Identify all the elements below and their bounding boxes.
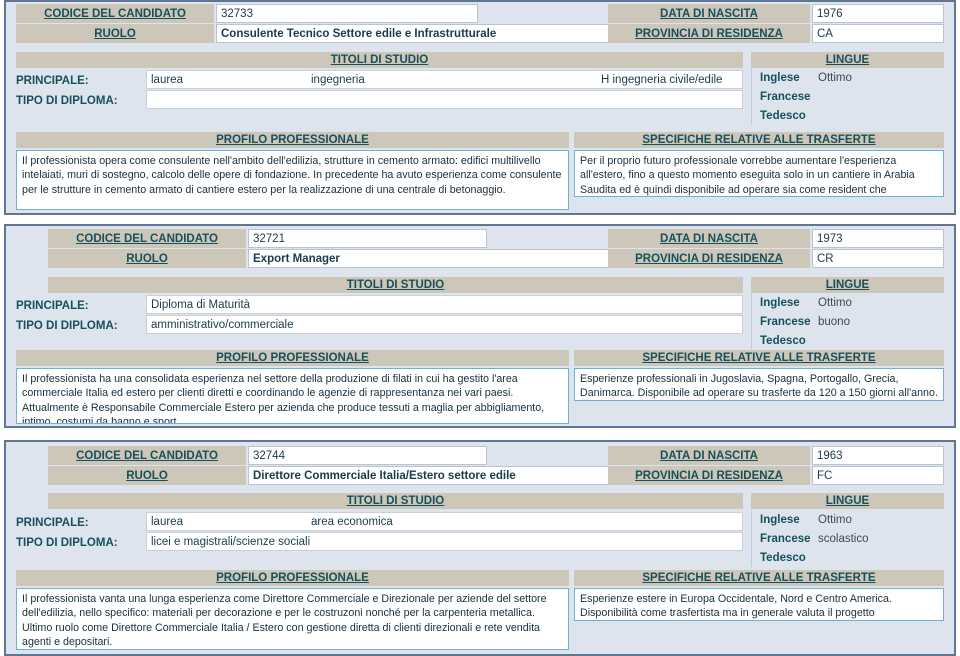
textbox-profilo-professionale[interactable]: Il professionista opera come consulente … [16,150,569,210]
lingue-row: Inglese Ottimo [760,72,852,84]
field-provincia-residenza[interactable]: CR [812,249,944,268]
field-codice-candidato[interactable]: 32721 [248,229,487,248]
label-tipo-diploma: TIPO DI DIPLOMA: [16,537,118,549]
label-data-nascita: DATA DI NASCITA [608,4,810,23]
section-header-lingue: LINGUE [751,277,944,293]
label-principale: PRINCIPALE: [16,517,89,529]
section-header-titoli-studio: TITOLI DI STUDIO [48,277,743,293]
label-ruolo: RUOLO [16,24,214,43]
section-header-lingue: LINGUE [751,493,944,509]
label-principale: PRINCIPALE: [16,300,89,312]
lingue-panel: Inglese Ottimo Francese scolastico Tedes… [751,511,944,567]
label-data-nascita: DATA DI NASCITA [608,229,810,248]
label-tipo-diploma: TIPO DI DIPLOMA: [16,95,118,107]
field-provincia-residenza[interactable]: CA [812,24,944,43]
section-header-specifiche-trasferte: SPECIFICHE RELATIVE ALLE TRASFERTE [574,570,944,586]
lingue-panel: Inglese Ottimo Francese buono Tedesco [751,294,944,350]
lingue-row: Francese scolastico [760,533,869,545]
section-header-titoli-studio: TITOLI DI STUDIO [16,52,743,68]
textbox-specifiche-trasferte[interactable]: Esperienze professionali in Jugoslavia, … [574,368,944,401]
field-titolo-principale[interactable]: laurea area economica [146,512,743,531]
lingue-row: Tedesco [760,110,806,122]
label-provincia-residenza: PROVINCIA DI RESIDENZA [608,249,810,268]
lingue-row: Tedesco [760,552,806,564]
candidate-record: CODICE DEL CANDIDATO 32733 RUOLO Consule… [4,0,956,215]
candidate-record: CODICE DEL CANDIDATO 32721 RUOLO Export … [4,224,956,428]
lingue-row: Inglese Ottimo [760,514,852,526]
field-data-nascita[interactable]: 1963 [812,446,944,465]
textbox-specifiche-trasferte[interactable]: Esperienze estere in Europa Occidentale,… [574,588,944,621]
candidates-page: CODICE DEL CANDIDATO 32733 RUOLO Consule… [0,0,960,656]
section-header-titoli-studio: TITOLI DI STUDIO [48,493,743,509]
label-codice-candidato: CODICE DEL CANDIDATO [48,446,246,465]
field-tipo-diploma[interactable]: amministrativo/commerciale [146,315,743,334]
label-principale: PRINCIPALE: [16,75,89,87]
textbox-profilo-professionale[interactable]: Il professionista ha una consolidata esp… [16,368,569,424]
section-header-profilo-professionale: PROFILO PROFESSIONALE [16,570,569,586]
field-codice-candidato[interactable]: 32744 [248,446,487,465]
label-codice-candidato: CODICE DEL CANDIDATO [16,4,214,23]
lingue-row: Inglese Ottimo [760,297,852,309]
label-provincia-residenza: PROVINCIA DI RESIDENZA [608,24,810,43]
label-provincia-residenza: PROVINCIA DI RESIDENZA [608,466,810,485]
label-ruolo: RUOLO [48,466,246,485]
field-tipo-diploma[interactable] [146,90,743,109]
section-header-profilo-professionale: PROFILO PROFESSIONALE [16,350,569,366]
textbox-specifiche-trasferte[interactable]: Per il proprio futuro professionale vorr… [574,150,944,197]
field-data-nascita[interactable]: 1973 [812,229,944,248]
candidate-record: CODICE DEL CANDIDATO 32744 RUOLO Diretto… [4,440,956,656]
field-titolo-principale[interactable]: laurea ingegneria H ingegneria civile/ed… [146,70,743,89]
section-header-specifiche-trasferte: SPECIFICHE RELATIVE ALLE TRASFERTE [574,132,944,148]
label-ruolo: RUOLO [48,249,246,268]
lingue-panel: Inglese Ottimo Francese Tedesco [751,69,944,125]
field-data-nascita[interactable]: 1976 [812,4,944,23]
label-data-nascita: DATA DI NASCITA [608,446,810,465]
lingue-row: Francese buono [760,316,850,328]
section-header-profilo-professionale: PROFILO PROFESSIONALE [16,132,569,148]
textbox-profilo-professionale[interactable]: Il professionista vanta una lunga esperi… [16,588,569,650]
label-tipo-diploma: TIPO DI DIPLOMA: [16,320,118,332]
label-codice-candidato: CODICE DEL CANDIDATO [48,229,246,248]
section-header-lingue: LINGUE [751,52,944,68]
field-tipo-diploma[interactable]: licei e magistrali/scienze sociali [146,532,743,551]
lingue-row: Tedesco [760,335,806,347]
lingue-row: Francese [760,91,811,103]
field-titolo-principale[interactable]: Diploma di Maturità [146,295,743,314]
field-provincia-residenza[interactable]: FC [812,466,944,485]
field-codice-candidato[interactable]: 32733 [216,4,478,23]
section-header-specifiche-trasferte: SPECIFICHE RELATIVE ALLE TRASFERTE [574,350,944,366]
